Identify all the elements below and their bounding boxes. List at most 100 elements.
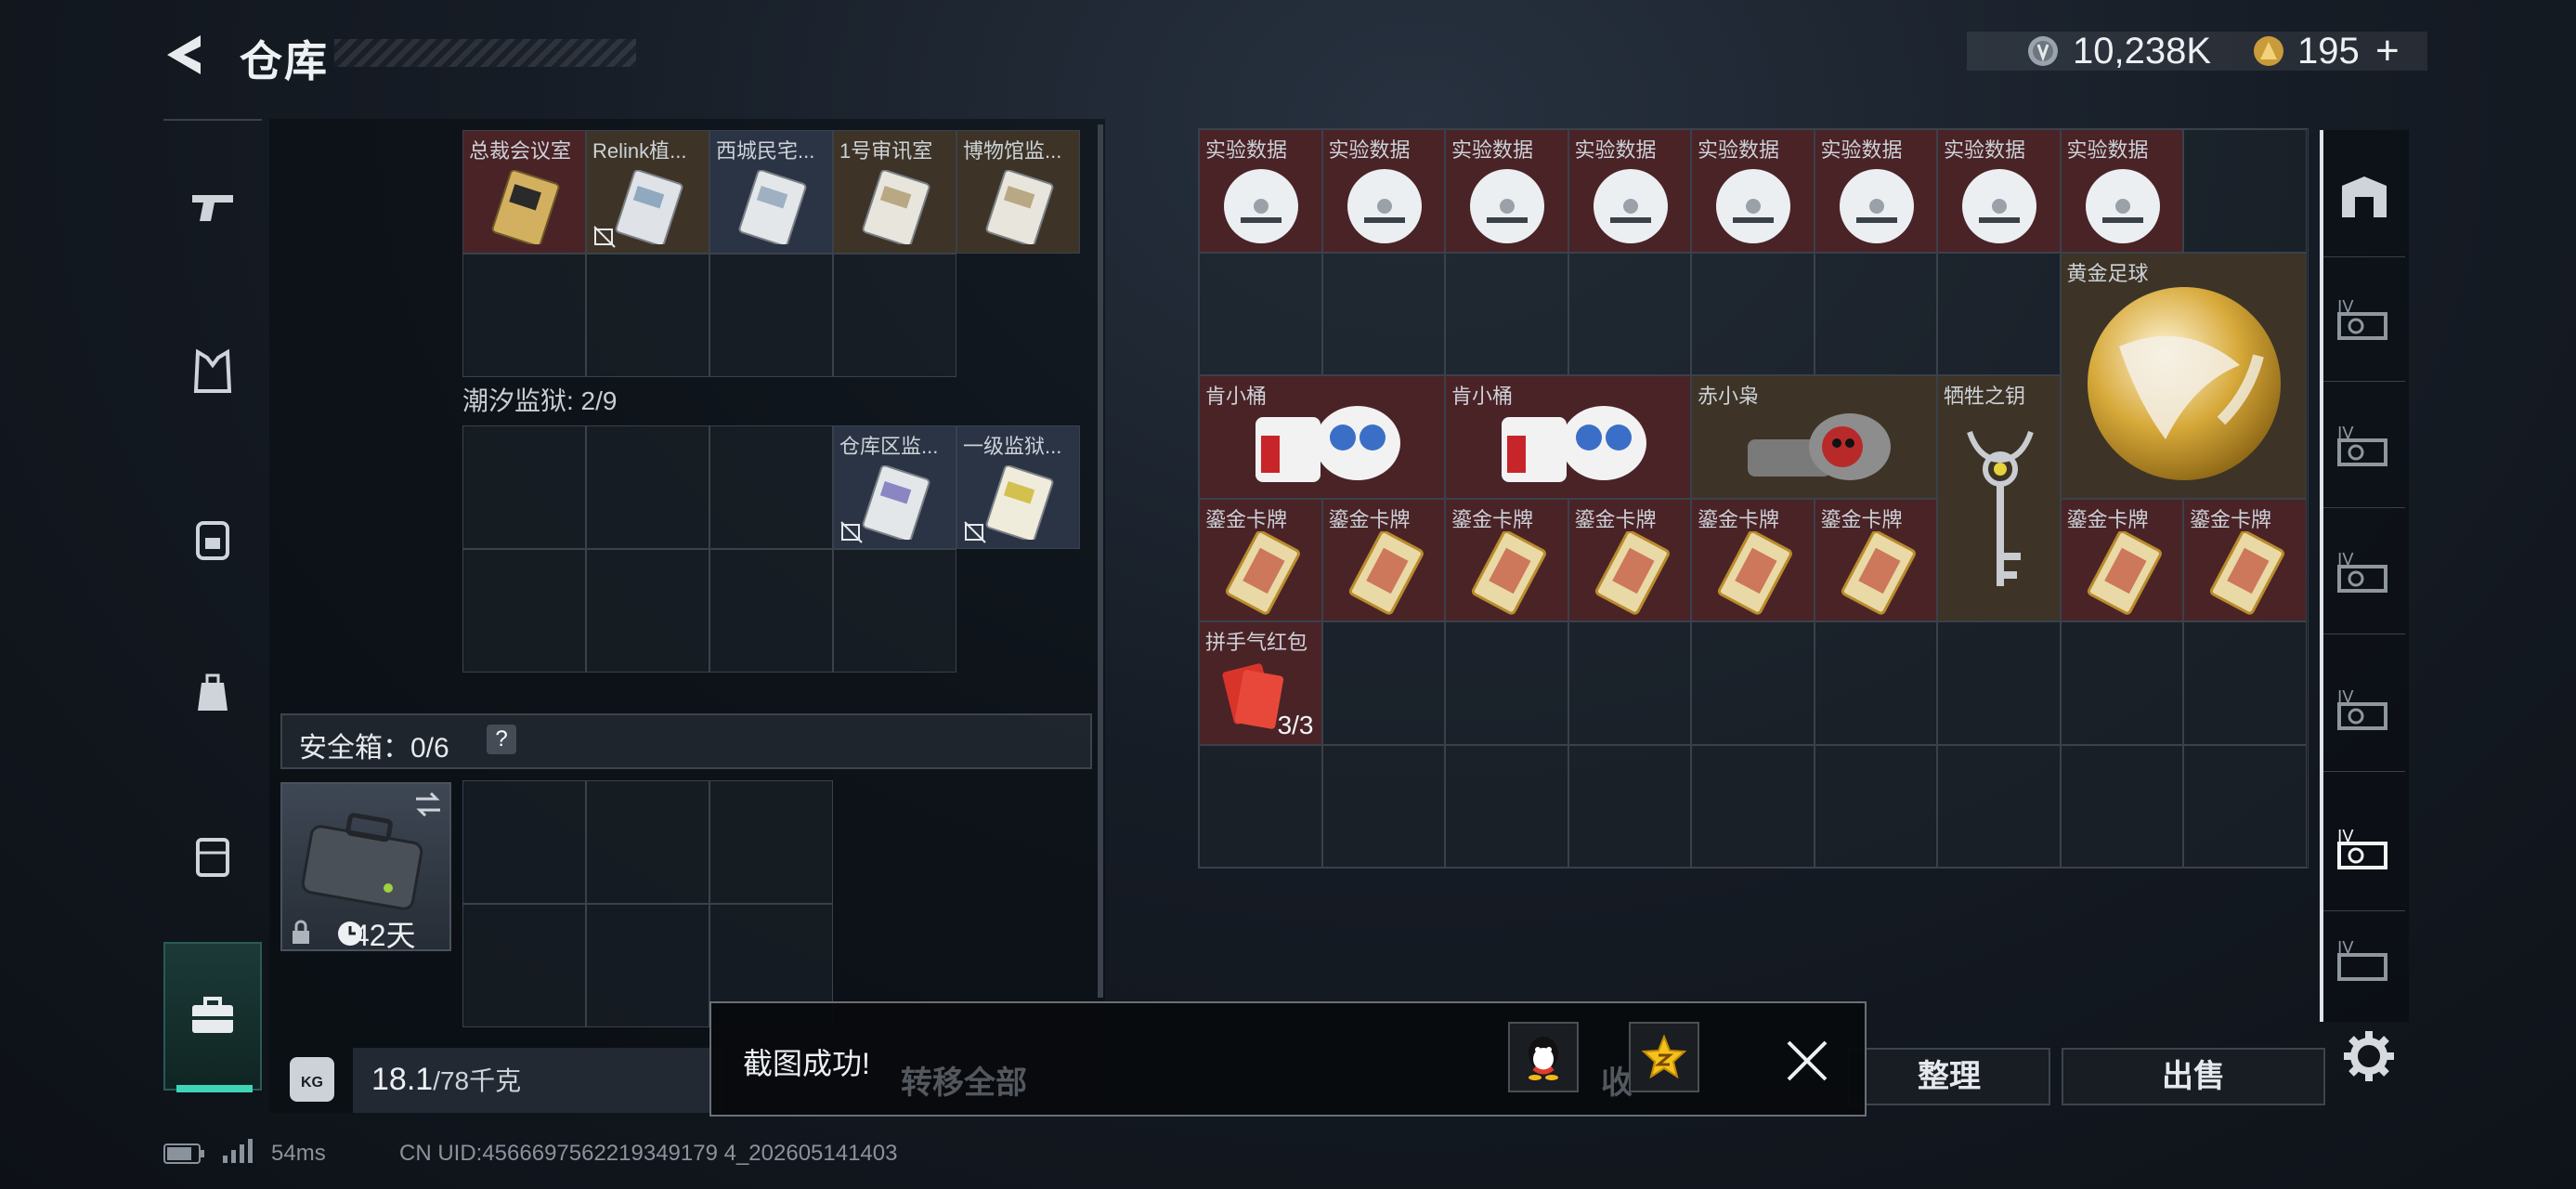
storage-grid: 实验数据 实验数据 实验数据 实验数据 实验数据 实验数据 实验数据 实验数据 … bbox=[1198, 128, 2309, 869]
gilded-card-item[interactable]: 鎏金卡牌 bbox=[1321, 498, 1445, 621]
empty-slot[interactable] bbox=[1937, 252, 2061, 375]
nav-toolbox[interactable] bbox=[163, 942, 262, 1091]
nav-weapons[interactable] bbox=[163, 152, 262, 264]
data-disc-item[interactable]: 实验数据 bbox=[1691, 129, 1815, 253]
close-icon[interactable] bbox=[1783, 1037, 1831, 1085]
empty-slot[interactable] bbox=[1814, 621, 1937, 745]
empty-slot[interactable] bbox=[1445, 252, 1568, 375]
storage-page-5-active[interactable]: IV bbox=[2323, 791, 2405, 911]
gold-coin-icon bbox=[2254, 36, 2283, 66]
keycard-item[interactable]: 1号审讯室 bbox=[833, 130, 956, 254]
empty-slot[interactable] bbox=[1691, 744, 1815, 868]
gilded-card-item[interactable]: 鎏金卡牌 bbox=[1199, 498, 1322, 621]
empty-slot[interactable] bbox=[833, 254, 956, 377]
back-icon[interactable] bbox=[160, 32, 212, 78]
data-disc-item[interactable]: 实验数据 bbox=[1568, 129, 1691, 253]
data-disc-item[interactable]: 实验数据 bbox=[1445, 129, 1568, 253]
key-item[interactable]: 牺牲之钥 bbox=[1937, 375, 2061, 621]
data-disc-item[interactable]: 实验数据 bbox=[1321, 129, 1445, 253]
gilded-card-item[interactable]: 鎏金卡牌 bbox=[2060, 498, 2183, 621]
empty-slot[interactable] bbox=[586, 780, 709, 904]
gold-ball-item[interactable]: 黄金足球 bbox=[2060, 252, 2307, 499]
storage-page-2[interactable]: IV bbox=[2323, 388, 2405, 508]
empty-slot[interactable] bbox=[586, 254, 709, 377]
empty-slot[interactable] bbox=[1445, 621, 1568, 745]
data-disc-item[interactable]: 实验数据 bbox=[1199, 129, 1322, 253]
empty-slot[interactable] bbox=[2183, 621, 2307, 745]
empty-slot[interactable] bbox=[2060, 621, 2183, 745]
keycard-item[interactable]: 一级监狱... bbox=[956, 425, 1080, 549]
empty-slot[interactable] bbox=[462, 780, 586, 904]
keycard-item[interactable]: Relink植... bbox=[586, 130, 709, 254]
share-qzone-button[interactable] bbox=[1629, 1022, 1699, 1092]
empty-slot[interactable] bbox=[1937, 744, 2061, 868]
organize-button[interactable]: 整理 bbox=[1848, 1048, 2050, 1105]
keycard-item[interactable]: 博物馆监... bbox=[956, 130, 1080, 254]
empty-slot[interactable] bbox=[462, 904, 586, 1027]
storage-page-6[interactable]: IV bbox=[2323, 920, 2405, 1005]
empty-slot[interactable] bbox=[1199, 744, 1322, 868]
share-qq-button[interactable] bbox=[1508, 1022, 1579, 1092]
empty-slot[interactable] bbox=[462, 425, 586, 549]
empty-slot[interactable] bbox=[1321, 744, 1445, 868]
nav-armor[interactable] bbox=[163, 316, 262, 427]
storage-page-3[interactable]: IV bbox=[2323, 515, 2405, 634]
gilded-card-item[interactable]: 鎏金卡牌 bbox=[1445, 498, 1568, 621]
help-icon[interactable]: ? bbox=[487, 725, 516, 754]
empty-slot[interactable] bbox=[1937, 621, 2061, 745]
gilded-card-item[interactable]: 鎏金卡牌 bbox=[1691, 498, 1815, 621]
keycard-item[interactable]: 仓库区监... bbox=[833, 425, 956, 549]
keycard-item[interactable]: 总裁会议室 bbox=[462, 130, 586, 254]
empty-slot[interactable] bbox=[1568, 621, 1691, 745]
empty-slot[interactable] bbox=[1568, 252, 1691, 375]
empty-slot[interactable] bbox=[1199, 252, 1322, 375]
mascot-item[interactable]: 肯小桶 bbox=[1445, 375, 1691, 499]
empty-slot[interactable] bbox=[462, 549, 586, 673]
empty-slot[interactable] bbox=[1814, 252, 1937, 375]
empty-slot[interactable] bbox=[2183, 744, 2307, 868]
empty-slot[interactable] bbox=[586, 549, 709, 673]
swap-icon[interactable] bbox=[412, 791, 444, 817]
empty-slot[interactable] bbox=[709, 254, 833, 377]
empty-slot[interactable] bbox=[1568, 744, 1691, 868]
empty-slot[interactable] bbox=[1691, 252, 1815, 375]
empty-slot[interactable] bbox=[709, 780, 833, 904]
gear-icon[interactable] bbox=[2340, 1027, 2398, 1085]
empty-slot[interactable] bbox=[1814, 744, 1937, 868]
nav-backpack[interactable] bbox=[163, 483, 262, 594]
storage-page-4[interactable]: IV bbox=[2323, 652, 2405, 772]
mascot-item[interactable]: 肯小桶 bbox=[1199, 375, 1445, 499]
storage-page-1[interactable]: IV bbox=[2323, 262, 2405, 382]
empty-slot[interactable] bbox=[462, 254, 586, 377]
collect-button[interactable]: 收 bbox=[1601, 1057, 1633, 1103]
gilded-card-item[interactable]: 鎏金卡牌 bbox=[2183, 498, 2307, 621]
transfer-all-button[interactable]: 转移全部 bbox=[901, 1057, 1027, 1103]
keycard-item[interactable]: 西城民宅... bbox=[709, 130, 833, 254]
storage-page-home[interactable] bbox=[2323, 137, 2405, 257]
gilded-card-item[interactable]: 鎏金卡牌 bbox=[1814, 498, 1937, 621]
empty-slot[interactable] bbox=[2060, 744, 2183, 868]
empty-slot[interactable] bbox=[1321, 621, 1445, 745]
empty-slot[interactable] bbox=[833, 549, 956, 673]
data-disc-item[interactable]: 实验数据 bbox=[1937, 129, 2061, 253]
gilded-card-item[interactable]: 鎏金卡牌 bbox=[1568, 498, 1691, 621]
empty-slot[interactable] bbox=[709, 425, 833, 549]
sell-button[interactable]: 出售 bbox=[2062, 1048, 2325, 1105]
empty-slot[interactable] bbox=[586, 904, 709, 1027]
empty-slot[interactable] bbox=[2183, 129, 2307, 253]
empty-slot[interactable] bbox=[709, 549, 833, 673]
add-currency-button[interactable]: + bbox=[2375, 28, 2400, 74]
empty-slot[interactable] bbox=[1445, 744, 1568, 868]
red-packet-item[interactable]: 拼手气红包 3/3 bbox=[1199, 621, 1322, 745]
nav-case[interactable] bbox=[163, 801, 262, 912]
backpack-icon bbox=[196, 521, 229, 560]
data-disc-item[interactable]: 实验数据 bbox=[2060, 129, 2183, 253]
qq-penguin-icon bbox=[1529, 1037, 1558, 1080]
empty-slot[interactable] bbox=[1321, 252, 1445, 375]
empty-slot[interactable] bbox=[1691, 621, 1815, 745]
data-disc-item[interactable]: 实验数据 bbox=[1814, 129, 1937, 253]
left-panel-scrollbar[interactable] bbox=[1098, 124, 1103, 998]
empty-slot[interactable] bbox=[586, 425, 709, 549]
mascot-item[interactable]: 赤小枭 bbox=[1691, 375, 1937, 499]
nav-pouch[interactable] bbox=[163, 637, 262, 749]
